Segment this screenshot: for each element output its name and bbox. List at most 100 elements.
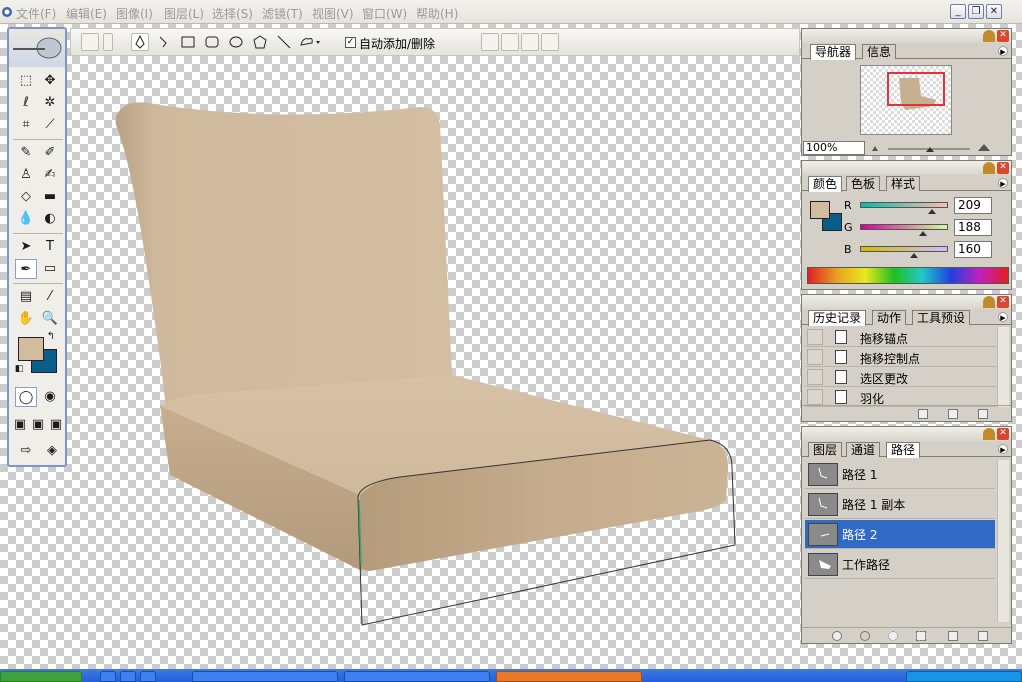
default-colors-icon[interactable]: ◧: [13, 363, 25, 375]
panel-titlebar[interactable]: ✕: [802, 29, 1011, 43]
new-path-icon[interactable]: [948, 631, 958, 641]
quick-mask-mode-icon[interactable]: ◉: [39, 387, 61, 407]
exclude-path-icon[interactable]: [541, 33, 559, 51]
zoom-tool-icon[interactable]: 🔍: [39, 309, 61, 329]
swap-colors-icon[interactable]: ↰: [45, 331, 57, 343]
jump-to-imageready-icon[interactable]: ⇨: [13, 441, 39, 461]
eraser-tool-icon[interactable]: ◇: [15, 187, 37, 207]
navigator-thumbnail[interactable]: [860, 65, 952, 135]
green-value-input[interactable]: 188: [954, 219, 992, 236]
subtract-path-icon[interactable]: [501, 33, 519, 51]
stroke-path-icon[interactable]: [860, 631, 870, 641]
green-slider-handle[interactable]: [919, 231, 927, 236]
menu-filter[interactable]: 滤镜(T): [262, 5, 303, 22]
tab-actions[interactable]: 动作: [872, 310, 907, 325]
menu-file[interactable]: 文件(F): [16, 5, 56, 22]
pen-tool-icon[interactable]: [131, 33, 149, 51]
auto-add-delete-checkbox[interactable]: ✓: [345, 37, 356, 48]
slice-tool-icon[interactable]: ⟋: [39, 115, 61, 135]
gradient-tool-icon[interactable]: ▬: [39, 187, 61, 207]
quick-launch-icon[interactable]: [100, 671, 116, 682]
navigator-view-box[interactable]: [887, 72, 945, 106]
panel-titlebar[interactable]: ✕: [802, 161, 1011, 175]
combine-path-icon[interactable]: [481, 33, 499, 51]
type-tool-icon[interactable]: T: [39, 237, 61, 257]
panel-menu-icon[interactable]: ▶: [998, 46, 1008, 56]
history-scrollbar[interactable]: [997, 327, 1009, 407]
start-button[interactable]: [0, 671, 82, 682]
rectangle-shape-icon[interactable]: [181, 35, 195, 49]
menu-help[interactable]: 帮助(H): [416, 5, 458, 22]
panel-menu-icon[interactable]: ▶: [998, 444, 1008, 454]
history-snapshot-checkbox[interactable]: [807, 349, 823, 365]
panel-titlebar[interactable]: ✕: [802, 427, 1011, 441]
chair-artwork[interactable]: [100, 95, 750, 635]
panel-close-icon[interactable]: ✕: [997, 428, 1009, 440]
photoshop-app-icon[interactable]: [1, 5, 13, 19]
paths-scrollbar[interactable]: [997, 460, 1009, 622]
history-item[interactable]: 拖移锚点: [805, 327, 997, 347]
healing-brush-tool-icon[interactable]: ✎: [15, 143, 37, 163]
load-path-as-selection-icon[interactable]: [888, 631, 898, 641]
taskbar-window-button[interactable]: [192, 671, 338, 682]
make-work-path-icon[interactable]: [916, 631, 926, 641]
tab-color[interactable]: 颜色: [808, 176, 843, 192]
intersect-path-icon[interactable]: [521, 33, 539, 51]
path-selection-tool-icon[interactable]: ➤: [15, 237, 37, 257]
minimize-icon[interactable]: _: [950, 4, 966, 19]
tab-swatches[interactable]: 色板: [846, 176, 881, 191]
marquee-tool-icon[interactable]: ⬚: [15, 71, 37, 91]
panel-minimize-icon[interactable]: [983, 162, 995, 174]
zoom-input[interactable]: 100%: [803, 141, 865, 155]
panel-minimize-icon[interactable]: [983, 296, 995, 308]
panel-close-icon[interactable]: ✕: [997, 30, 1009, 42]
history-item[interactable]: 羽化: [805, 387, 997, 407]
history-item[interactable]: 选区更改: [805, 367, 997, 387]
red-slider-handle[interactable]: [928, 209, 936, 214]
lasso-tool-icon[interactable]: ℓ: [15, 93, 37, 113]
trash-icon[interactable]: [978, 631, 988, 641]
fill-mode-icon[interactable]: [103, 33, 113, 51]
screen-mode-full-icon[interactable]: ▣: [47, 415, 65, 435]
taskbar-window-button-active[interactable]: [496, 671, 642, 682]
tab-tool-presets[interactable]: 工具预设: [912, 310, 971, 325]
path-item[interactable]: 工作路径: [805, 550, 995, 579]
screen-mode-full-menu-icon[interactable]: ▣: [29, 415, 47, 435]
tab-channels[interactable]: 通道: [846, 442, 881, 457]
foreground-color-swatch[interactable]: [18, 337, 44, 361]
menu-image[interactable]: 图像(I): [116, 5, 153, 22]
red-value-input[interactable]: 209: [954, 197, 992, 214]
tab-paths[interactable]: 路径: [886, 442, 921, 458]
menu-window[interactable]: 窗口(W): [362, 5, 407, 22]
history-item[interactable]: 拖移控制点: [805, 347, 997, 367]
snapshot-icon[interactable]: [948, 409, 958, 419]
menu-edit[interactable]: 编辑(E): [66, 5, 107, 22]
red-slider[interactable]: [860, 202, 948, 208]
tab-history[interactable]: 历史记录: [808, 310, 867, 326]
tab-layers[interactable]: 图层: [808, 442, 843, 457]
panel-minimize-icon[interactable]: [983, 428, 995, 440]
hand-tool-icon[interactable]: ✋: [15, 309, 37, 329]
tab-styles[interactable]: 样式: [886, 176, 921, 191]
blue-slider-handle[interactable]: [910, 253, 918, 258]
line-shape-icon[interactable]: [277, 35, 291, 49]
panel-minimize-icon[interactable]: [983, 30, 995, 42]
path-item[interactable]: 路径 1 副本: [805, 490, 995, 519]
toolbox-header[interactable]: [9, 29, 65, 67]
new-document-from-state-icon[interactable]: [918, 409, 928, 419]
pen-tool-icon[interactable]: ✒: [15, 259, 37, 279]
rounded-rectangle-icon[interactable]: [205, 35, 219, 49]
brush-tool-icon[interactable]: ✐: [39, 143, 61, 163]
crop-tool-icon[interactable]: ⌗: [15, 115, 37, 135]
history-snapshot-checkbox[interactable]: [807, 369, 823, 385]
panel-menu-icon[interactable]: ▶: [998, 312, 1008, 322]
move-tool-icon[interactable]: ✥: [39, 71, 61, 91]
path-item-selected[interactable]: 路径 2: [805, 520, 995, 549]
trash-icon[interactable]: [978, 409, 988, 419]
restore-icon[interactable]: ❐: [968, 4, 984, 19]
panel-menu-icon[interactable]: ▶: [998, 178, 1008, 188]
close-icon[interactable]: ✕: [986, 4, 1002, 19]
path-mode-icon[interactable]: [81, 33, 99, 51]
quick-launch-icon[interactable]: [120, 671, 136, 682]
zoom-slider[interactable]: [868, 141, 1008, 155]
